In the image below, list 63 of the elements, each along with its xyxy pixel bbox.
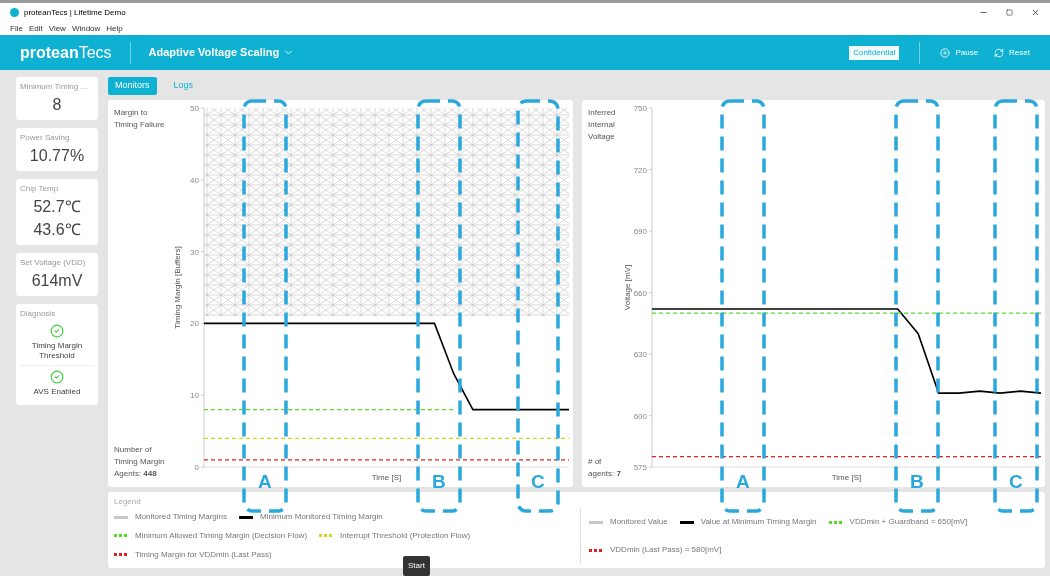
legend-label: Value at Minimum Timing Margin xyxy=(700,516,817,528)
y-tick-label: 600 xyxy=(633,411,647,421)
menu-item[interactable]: Edit xyxy=(28,22,43,35)
app-logo-icon xyxy=(10,8,19,17)
close-icon[interactable] xyxy=(1031,8,1040,17)
pause-icon xyxy=(940,47,951,58)
card-value: 43.6℃ xyxy=(33,220,81,240)
y-tick-label: 20 xyxy=(190,319,199,329)
diagnosis-label: AVS Enabled xyxy=(33,387,81,397)
card-value: 614mV xyxy=(31,271,83,291)
card-title: Set Voltage (VDD) xyxy=(20,257,86,269)
legend-label: Minimum Monitored Timing Margin xyxy=(260,511,383,524)
legend-title: Legend xyxy=(114,496,142,508)
card-title: Diagnosis xyxy=(20,308,56,320)
region-label: B xyxy=(432,472,446,491)
region-label: C xyxy=(1009,472,1023,491)
y-tick-label: 10 xyxy=(190,391,199,401)
y-tick-label: 50 xyxy=(190,104,199,113)
y-tick-label: 660 xyxy=(633,288,647,298)
chart-title: Margin to Timing Failure xyxy=(114,107,166,131)
chart-footer: # of agents: 7 xyxy=(588,456,622,480)
card-value: 52.7℃ xyxy=(33,197,81,217)
y-tick-label: 40 xyxy=(190,175,199,185)
menu-item[interactable]: File xyxy=(10,22,23,35)
card-title: Power Saving xyxy=(20,132,70,144)
legend-label: VDDmin (Last Pass) = 580[mV] xyxy=(610,544,722,556)
menu-item[interactable]: Window xyxy=(71,22,101,35)
chart-footer: Number of Timing Margin Agents: 448 xyxy=(114,444,172,480)
region-label: A xyxy=(258,472,272,491)
window-title: proteanTecs | Lifetime Demo xyxy=(24,6,126,19)
y-tick-label: 690 xyxy=(633,227,647,237)
legend-label: Interrupt Threshold (Protection Flow) xyxy=(340,530,471,542)
chart-title: Inferred Internal Voltage xyxy=(588,107,617,143)
y-axis-title: Timing Margin [Buffers] xyxy=(173,246,182,329)
x-axis-title: Time [S] xyxy=(831,473,862,482)
y-tick-label: 30 xyxy=(190,247,199,257)
card-value: 8 xyxy=(52,95,62,115)
confidential-badge: Confidential xyxy=(849,45,900,60)
menu-item[interactable]: View xyxy=(48,22,66,35)
diagnosis-label: Timing Margin Threshold xyxy=(30,341,84,361)
x-axis-title: Time [S] xyxy=(371,473,402,482)
card-title: Chip Temp xyxy=(20,183,59,195)
maximize-icon[interactable] xyxy=(1006,9,1013,16)
y-axis-title: Voltage [mV] xyxy=(623,264,632,311)
y-tick-label: 575 xyxy=(633,463,647,472)
region-label: A xyxy=(736,472,750,491)
y-tick-label: 750 xyxy=(633,104,647,113)
y-tick-label: 0 xyxy=(194,463,199,472)
menu-item[interactable]: Help xyxy=(106,22,123,35)
legend-label: Minimum Allowed Timing Margin (Decision Flow) xyxy=(135,530,308,542)
brand-logo: proteanTecs xyxy=(20,44,112,61)
region-label: B xyxy=(910,472,924,491)
card-title: Minimum Timing ... xyxy=(20,81,88,93)
region-label: C xyxy=(531,472,545,491)
y-tick-label: 720 xyxy=(633,165,647,175)
y-tick-label: 630 xyxy=(633,350,647,360)
legend-label: VDDmin + Guardband = 650[mV] xyxy=(849,516,968,528)
refresh-icon xyxy=(994,47,1005,58)
legend-label: Monitored Value xyxy=(610,516,668,528)
legend-label: Monitored Timing Margins xyxy=(135,511,228,524)
legend-label: Timing Margin for VDDmin (Last Pass) xyxy=(135,548,272,561)
card-value: 10.77% xyxy=(29,146,85,166)
tooltip: Start xyxy=(403,556,430,576)
